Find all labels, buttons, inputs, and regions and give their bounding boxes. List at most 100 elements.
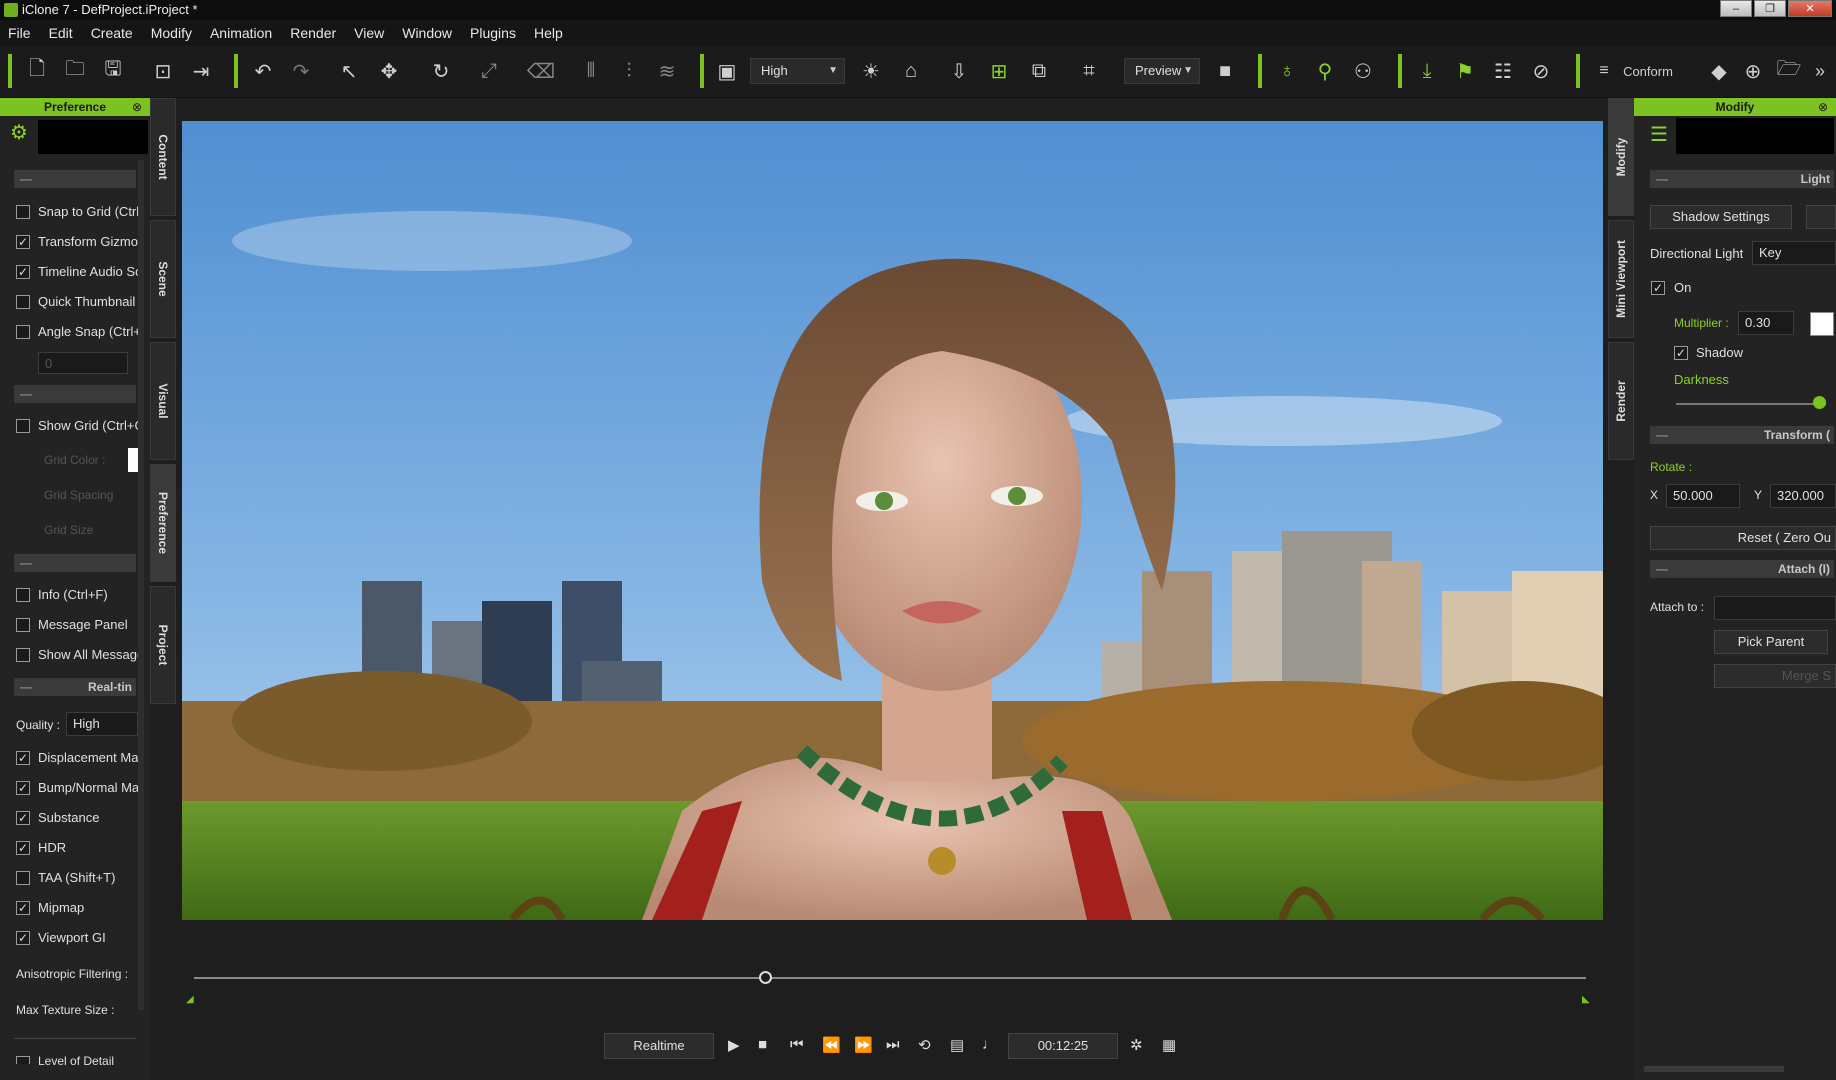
checkbox[interactable] [16,205,30,219]
character-icon[interactable]: ♁ [1274,56,1300,86]
quality-select[interactable]: High [66,712,138,736]
layout-icon[interactable]: ▣ [714,56,740,86]
distribute-icon[interactable]: ⫶ [616,56,642,86]
loop-icon[interactable]: ⟲ [918,1036,931,1054]
save-icon[interactable]: 🖫 [100,56,126,86]
timeline-toggle-icon[interactable]: ▦ [1162,1036,1176,1054]
align-icon[interactable]: ⫴ [578,56,604,86]
attach-section-bar[interactable]: — Attach (I) [1650,560,1834,578]
time-display[interactable]: 00:12:25 [1008,1033,1118,1059]
timeline-track[interactable] [194,977,1586,979]
play-icon[interactable]: ▶ [728,1036,740,1054]
checkbox[interactable] [16,588,30,602]
pick-parent-button[interactable]: Pick Parent [1714,630,1828,654]
rewind-icon[interactable]: ⏪ [822,1036,841,1054]
tab-modify[interactable]: Modify [1608,98,1634,216]
tab-preference[interactable]: Preference [150,464,176,582]
close-button[interactable]: ✕ [1788,0,1832,17]
checkbox[interactable]: ✓ [1651,281,1665,295]
menu-edit[interactable]: Edit [49,25,73,41]
merge-button[interactable]: Merge S [1714,664,1836,688]
menu-modify[interactable]: Modify [151,25,192,41]
darkness-slider-track[interactable] [1676,403,1826,405]
extra-button[interactable] [1806,205,1836,229]
directional-light-select[interactable]: Key [1752,241,1836,265]
screen-icon[interactable]: ⌗ [1074,56,1104,86]
menu-animation[interactable]: Animation [210,25,272,41]
frame-selected-icon[interactable]: ⊞ [986,56,1012,86]
multiplier-input[interactable]: 0.30 [1738,311,1794,335]
conform-button[interactable]: Conform [1618,56,1678,86]
subtitle-icon[interactable]: ▤ [950,1036,964,1054]
checkbox[interactable] [16,419,30,433]
diamond-icon[interactable]: ◆ [1706,56,1732,86]
toolbar-overflow-button[interactable]: » [1810,56,1830,86]
checkbox[interactable] [16,871,30,885]
lashes-icon[interactable]: ≋ [654,56,680,86]
checkbox[interactable] [16,618,30,632]
minimize-button[interactable]: – [1720,0,1752,17]
menu-file[interactable]: File [8,25,31,41]
light-section-bar[interactable]: — Light [1650,170,1834,188]
probe-icon[interactable]: ⊘ [1528,56,1554,86]
checkbox[interactable]: ✓ [16,751,30,765]
checkbox[interactable]: ✓ [16,901,30,915]
panel-close-icon[interactable]: ⊗ [132,98,142,116]
range-start-marker[interactable]: ◢ [186,994,194,1005]
reset-zero-button[interactable]: Reset ( Zero Ou [1650,526,1836,550]
zoom-icon[interactable]: ⊕ [1740,56,1766,86]
quality-dropdown[interactable]: High ▼ [750,58,845,84]
settings-icon[interactable]: ✲ [1130,1036,1143,1054]
tab-scene[interactable]: Scene [150,220,176,338]
rotate-y-input[interactable]: 320.000 [1770,484,1836,508]
path-icon[interactable]: ⤓ [1414,56,1440,86]
home-icon[interactable]: ⌂ [896,56,926,86]
undo-icon[interactable]: ↶ [250,56,276,86]
light-color-swatch[interactable] [1810,312,1834,336]
fit-icon[interactable]: ⇩ [946,56,972,86]
range-end-marker[interactable]: ◣ [1582,994,1590,1005]
flag-icon[interactable]: ⚑ [1452,56,1478,86]
checkbox[interactable]: ✓ [16,811,30,825]
go-to-start-icon[interactable]: ⏮ [790,1036,804,1053]
checkbox[interactable] [16,325,30,339]
tab-project[interactable]: Project [150,586,176,704]
section-bar[interactable]: — [14,170,136,188]
checkbox[interactable] [16,1056,30,1064]
shadow-settings-button[interactable]: Shadow Settings [1650,205,1792,229]
panel-close-icon[interactable]: ⊗ [1818,98,1828,116]
scale-icon[interactable]: ⤢ [476,56,502,86]
attach-to-input[interactable] [1714,596,1836,620]
redo-icon[interactable]: ↷ [288,56,314,86]
checkbox[interactable] [16,648,30,662]
checklist-icon[interactable]: ☷ [1490,56,1516,86]
angle-snap-input[interactable]: 0 [38,352,128,374]
eraser-icon[interactable]: ⌫ [524,56,558,86]
music-note-icon[interactable]: ♩ [982,1036,997,1053]
checkbox[interactable]: ✓ [16,841,30,855]
rotate-icon[interactable]: ↻ [426,56,456,86]
checkbox[interactable]: ✓ [16,235,30,249]
new-file-icon[interactable]: 🗋 [24,56,50,86]
checkbox[interactable]: ✓ [16,265,30,279]
section-bar[interactable]: — [14,385,136,403]
checkbox[interactable]: ✓ [16,781,30,795]
menu-plugins[interactable]: Plugins [470,25,516,41]
view-mode-dropdown[interactable]: Preview ▼ [1124,58,1200,84]
checkbox[interactable]: ✓ [16,931,30,945]
menu-render[interactable]: Render [290,25,336,41]
select-icon[interactable]: ↖ [336,56,362,86]
checkbox[interactable]: ✓ [1674,346,1688,360]
folder-open-icon[interactable]: 🗁 [1776,56,1802,86]
fast-forward-icon[interactable]: ⏩ [854,1036,873,1054]
motion-icon[interactable]: ⚲ [1312,56,1338,86]
video-camera-icon[interactable]: ■ [1212,56,1238,86]
menu-window[interactable]: Window [402,25,452,41]
move-icon[interactable]: ✥ [374,56,404,86]
transform-section-bar[interactable]: — Transform ( [1650,426,1834,444]
stop-icon[interactable]: ■ [758,1036,767,1053]
grid-color-swatch[interactable] [128,448,138,472]
checkbox[interactable] [16,295,30,309]
sun-light-icon[interactable]: ☀ [858,56,884,86]
menu-view[interactable]: View [354,25,384,41]
